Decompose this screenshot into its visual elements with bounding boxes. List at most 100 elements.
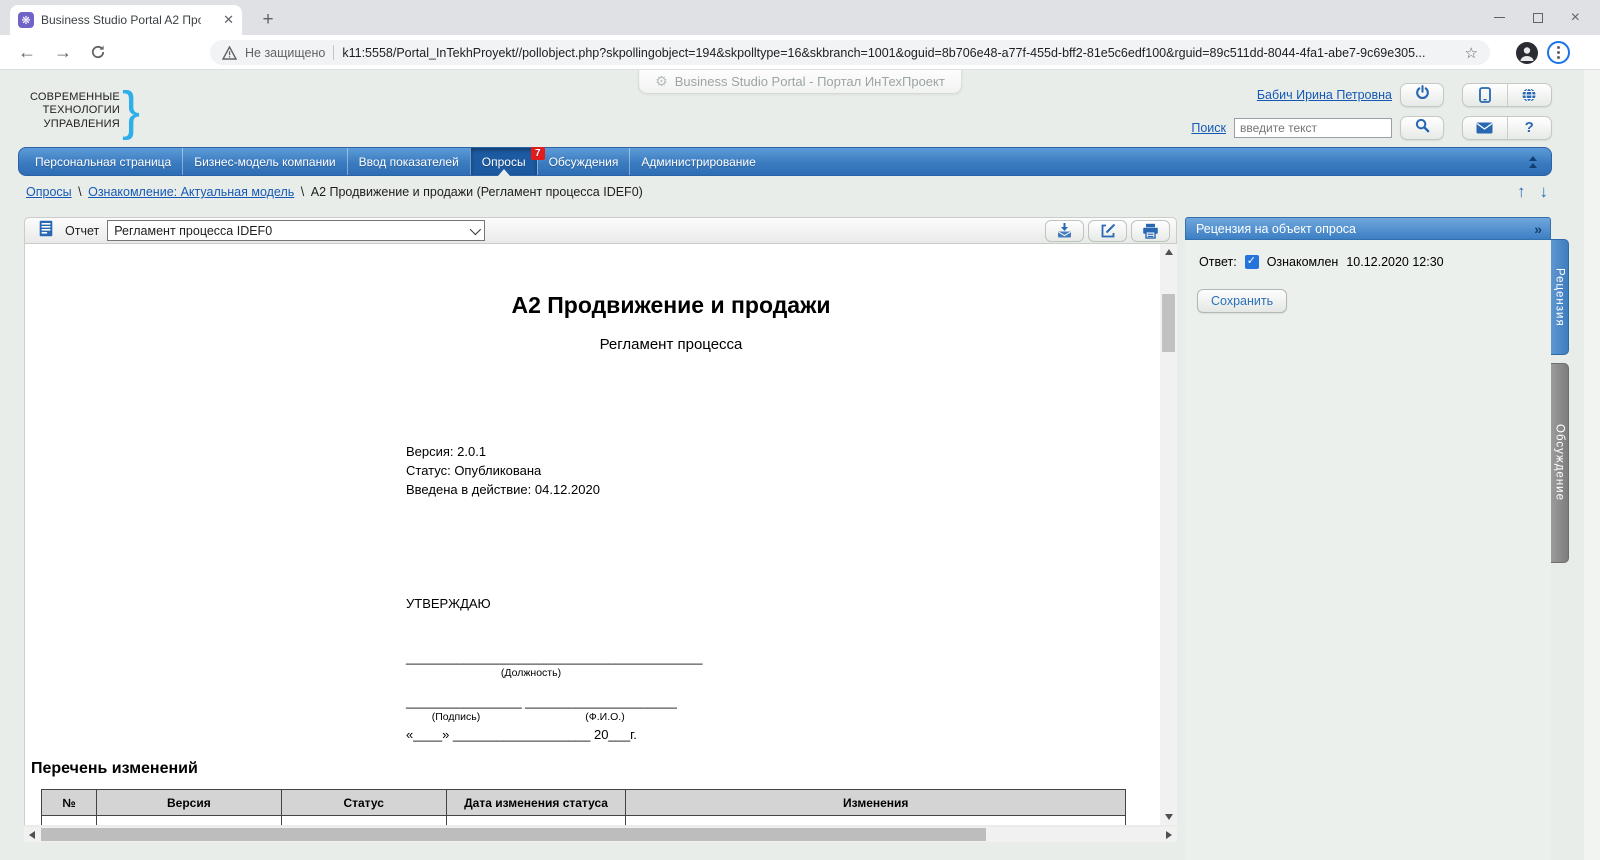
logo-brace-icon: } — [122, 86, 140, 136]
url-text[interactable]: k11:5558/Portal_InTekhProyekt//pollobjec… — [342, 46, 1456, 60]
bookmark-star-icon[interactable]: ☆ — [1465, 44, 1478, 62]
report-toolbar: Отчет Регламент процесса IDEF0 — [24, 217, 1177, 244]
document-vertical-scrollbar[interactable] — [1160, 244, 1177, 825]
document-subtitle: Регламент процесса — [381, 336, 961, 353]
object-nav-arrows: ↑ ↓ — [1517, 182, 1548, 202]
tab-close-icon[interactable]: ✕ — [223, 12, 234, 28]
save-button[interactable]: Сохранить — [1197, 289, 1287, 313]
maximize-icon[interactable] — [1533, 13, 1543, 23]
not-secure-warning-icon[interactable] — [222, 46, 237, 60]
approve-label: УТВЕРЖДАЮ — [406, 596, 491, 611]
side-tab-review[interactable]: Рецензия — [1551, 239, 1569, 355]
col-number: № — [42, 790, 97, 816]
active-tab-caret — [498, 169, 510, 176]
export-button[interactable] — [1045, 220, 1084, 242]
breadcrumb-link-familiarization[interactable]: Ознакомление: Актуальная модель — [88, 185, 294, 199]
power-icon — [1415, 85, 1430, 105]
browser-url-bar: ← → Не защищено k11:5558/Portal_InTekhPr… — [0, 35, 1600, 70]
back-icon[interactable]: ← — [18, 42, 36, 63]
portal-header: СОВРЕМЕННЫЕ ТЕХНОЛОГИИ УПРАВЛЕНИЯ } ⚙ Bu… — [0, 70, 1600, 147]
answer-timestamp: 10.12.2020 12:30 — [1346, 255, 1443, 269]
site-favicon-icon: ❋ — [18, 12, 34, 28]
report-label: Отчет — [65, 224, 99, 238]
acknowledged-checkbox[interactable] — [1245, 255, 1259, 269]
side-tab-discussion[interactable]: Обсуждение — [1551, 363, 1569, 563]
nav-item-business-model[interactable]: Бизнес-модель компании — [182, 148, 346, 175]
answer-value: Ознакомлен — [1267, 255, 1339, 269]
search-button[interactable] — [1400, 116, 1444, 140]
col-status-date: Дата изменения статуса — [446, 790, 626, 816]
browser-menu-icon[interactable] — [1547, 41, 1570, 64]
gear-icon: ⚙ — [655, 73, 668, 90]
portal-title-badge: ⚙ Business Studio Portal - Портал ИнТехП… — [638, 70, 962, 94]
profile-avatar-icon[interactable] — [1516, 42, 1538, 64]
document-meta: Версия: 2.0.1 Статус: Опубликована Введе… — [406, 442, 600, 499]
reload-icon[interactable] — [90, 44, 106, 60]
company-logo: СОВРЕМЕННЫЕ ТЕХНОЛОГИИ УПРАВЛЕНИЯ } — [30, 86, 140, 136]
logo-text: СОВРЕМЕННЫЕ ТЕХНОЛОГИИ УПРАВЛЕНИЯ — [30, 91, 120, 132]
minimize-icon[interactable] — [1494, 17, 1505, 19]
address-bar[interactable]: Не защищено k11:5558/Portal_InTekhProyek… — [210, 40, 1490, 65]
nav-item-administration[interactable]: Администрирование — [629, 148, 766, 175]
position-blank-line: ________________________________________… — [406, 650, 702, 665]
answer-label: Ответ: — [1199, 255, 1237, 269]
mobile-button[interactable] — [1463, 84, 1507, 106]
vertical-scroll-thumb[interactable] — [1162, 294, 1175, 352]
breadcrumb: Опросы \ Ознакомление: Актуальная модель… — [26, 185, 643, 199]
document-horizontal-scrollbar[interactable] — [24, 827, 1177, 842]
mail-help-group: ? — [1462, 116, 1552, 140]
divider — [333, 45, 334, 60]
language-button[interactable] — [1507, 84, 1552, 106]
breadcrumb-current: А2 Продвижение и продажи (Регламент проц… — [311, 185, 643, 199]
panel-collapse-icon[interactable]: » — [1534, 221, 1540, 237]
breadcrumb-link-surveys[interactable]: Опросы — [26, 185, 72, 199]
col-status: Статус — [281, 790, 446, 816]
review-panel-header: Рецензия на объект опроса » — [1185, 217, 1551, 240]
date-blank-line: «____» ___________________ 20___г. — [406, 727, 637, 742]
nav-item-personal-page[interactable]: Персональная страница — [19, 148, 182, 175]
page-scrollbar-track[interactable] — [1584, 70, 1600, 860]
phone-icon — [1479, 87, 1491, 103]
portal-title: Business Studio Portal - Портал ИнТехПро… — [675, 74, 945, 89]
nav-item-indicators[interactable]: Ввод показателей — [347, 148, 470, 175]
mail-button[interactable] — [1463, 117, 1507, 139]
name-caption: (Ф.И.О.) — [525, 711, 685, 723]
browser-tab[interactable]: ❋ Business Studio Portal A2 Продв ✕ — [10, 5, 242, 35]
security-label[interactable]: Не защищено — [245, 46, 325, 60]
nav-collapse-chevrons-icon[interactable] — [1515, 148, 1551, 175]
signature-caption: (Подпись) — [406, 711, 506, 723]
scroll-left-icon[interactable] — [24, 827, 40, 842]
name-blank-line: _____________________ — [525, 694, 677, 709]
changes-table: № Версия Статус Дата изменения статуса И… — [41, 789, 1126, 825]
logout-button[interactable] — [1400, 83, 1444, 107]
nav-item-discussions[interactable]: Обсуждения — [537, 148, 630, 175]
print-icon — [1142, 223, 1159, 239]
document-viewer: А2 Продвижение и продажи Регламент проце… — [24, 244, 1160, 825]
user-name-link[interactable]: Бабич Ирина Петровна — [1257, 88, 1392, 102]
edit-button[interactable] — [1088, 220, 1127, 242]
print-button[interactable] — [1131, 220, 1170, 242]
search-icon — [1415, 118, 1430, 138]
nav-item-surveys[interactable]: Опросы 7 — [470, 148, 537, 175]
report-select[interactable]: Регламент процесса IDEF0 — [107, 220, 485, 241]
tab-title: Business Studio Portal A2 Продв — [41, 13, 201, 27]
help-icon: ? — [1525, 119, 1534, 136]
window-close-icon[interactable]: × — [1571, 13, 1580, 23]
help-button[interactable]: ? — [1507, 117, 1552, 139]
review-panel: Рецензия на объект опроса » Ответ: Ознак… — [1185, 217, 1551, 860]
horizontal-scroll-thumb[interactable] — [41, 828, 986, 841]
scroll-down-icon[interactable] — [1160, 809, 1177, 825]
review-panel-title: Рецензия на объект опроса — [1196, 222, 1356, 236]
prev-object-up-arrow-icon[interactable]: ↑ — [1517, 182, 1526, 202]
next-object-down-arrow-icon[interactable]: ↓ — [1540, 182, 1549, 202]
position-caption: (Должность) — [406, 667, 656, 679]
device-lang-group — [1462, 83, 1552, 107]
search-link[interactable]: Поиск — [1191, 121, 1226, 135]
search-input[interactable] — [1234, 118, 1392, 138]
scroll-up-icon[interactable] — [1160, 244, 1177, 260]
scroll-right-icon[interactable] — [1161, 827, 1177, 842]
window-controls: × — [1494, 0, 1592, 35]
new-tab-button[interactable]: + — [256, 8, 280, 32]
forward-icon[interactable]: → — [54, 42, 72, 63]
chevron-down-icon — [470, 223, 481, 234]
